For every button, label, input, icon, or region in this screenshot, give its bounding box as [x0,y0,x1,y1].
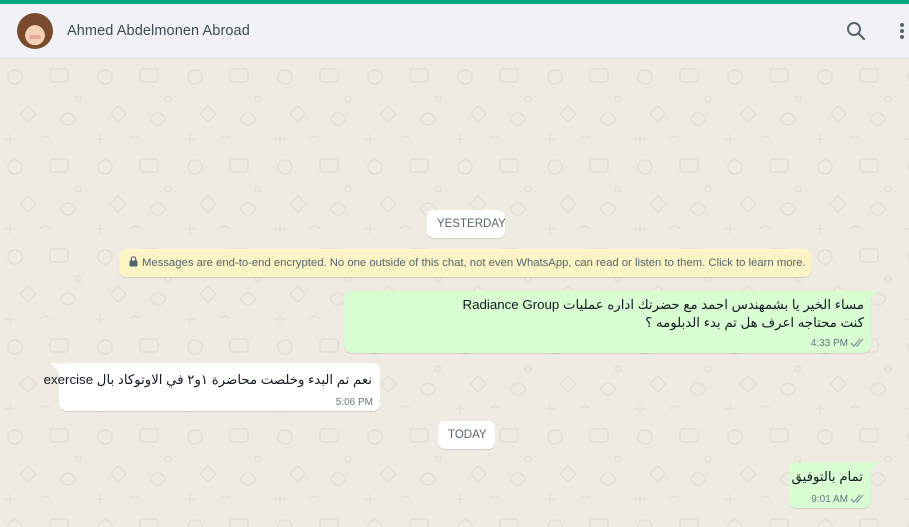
message-line: نعم تم البدء وخلصت محاضرة ١و٢ في الاوتوك… [43,372,372,387]
message-time: 4:33 PM [810,338,848,349]
contact-avatar[interactable] [17,13,53,49]
menu-button[interactable] [890,19,909,43]
bubble-tail [51,363,61,375]
search-icon [847,22,866,41]
message-bubble-outgoing[interactable]: مساء الخير يا بشمهندس احمد مع حضرتك ادار… [344,291,871,353]
double-check-icon [850,338,864,347]
lock-icon [129,256,138,267]
message-line: تمام بالتوفيق [791,469,863,484]
chat-header: Ahmed Abdelmonen Abroad [0,4,909,59]
kebab-menu-icon [900,23,904,39]
date-divider-today: TODAY [438,421,495,449]
contact-name[interactable]: Ahmed Abdelmonen Abroad [67,23,250,39]
encryption-notice[interactable]: Messages are end-to-end encrypted. No on… [119,249,811,277]
search-button[interactable] [844,19,868,43]
avatar-cheek [29,35,41,39]
double-check-icon [850,494,864,503]
bubble-tail [868,462,878,474]
encryption-notice-text: Messages are end-to-end encrypted. No on… [142,257,806,269]
message-bubble-incoming[interactable]: نعم تم البدء وخلصت محاضرة ١و٢ في الاوتوك… [44,363,380,411]
message-line: مساء الخير يا بشمهندس احمد مع حضرتك ادار… [462,297,865,312]
message-line: كنت محتاجه اعرف هل تم بدء الدبلومه ؟ [645,315,864,330]
message-time: 5:06 PM [335,397,373,408]
bubble-tail [868,291,878,303]
message-bubble-outgoing[interactable]: تمام بالتوفيق 9:01 AM [789,462,871,508]
message-time: 9:01 AM [811,494,848,505]
date-divider-yesterday: YESTERDAY [427,210,506,238]
message-pane[interactable]: YESTERDAY Messages are end-to-end encryp… [0,59,909,527]
